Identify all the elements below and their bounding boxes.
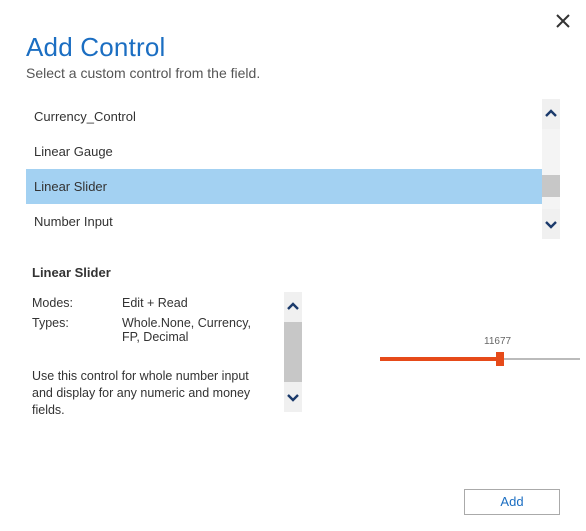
detail-scrollbar[interactable] (284, 292, 302, 412)
control-list-wrap: Currency_Control Linear Gauge Linear Sli… (26, 99, 560, 239)
dialog-subtitle: Select a custom control from the field. (26, 65, 560, 81)
list-item[interactable]: Currency_Control (26, 99, 560, 134)
detail-title: Linear Slider (32, 265, 560, 280)
detail-body: Modes: Edit + Read Types: Whole.None, Cu… (32, 296, 560, 419)
types-label: Types: (32, 316, 122, 344)
chevron-up-icon (287, 301, 299, 313)
chevron-up-icon (545, 108, 557, 120)
scroll-down-button[interactable] (284, 382, 302, 412)
table-row: Types: Whole.None, Currency, FP, Decimal (32, 316, 272, 344)
list-scrollbar[interactable] (542, 99, 560, 239)
chevron-down-icon (545, 218, 557, 230)
scroll-up-button[interactable] (542, 99, 560, 129)
types-value: Whole.None, Currency, FP, Decimal (122, 316, 272, 344)
modes-value: Edit + Read (122, 296, 272, 310)
detail-description: Use this control for whole number input … (32, 368, 272, 419)
dialog-title: Add Control (26, 32, 560, 63)
slider-fill (380, 357, 500, 361)
detail-table: Modes: Edit + Read Types: Whole.None, Cu… (32, 296, 272, 419)
scroll-up-button[interactable] (284, 292, 302, 322)
add-button[interactable]: Add (464, 489, 560, 515)
scroll-track[interactable] (284, 322, 302, 382)
list-item[interactable]: Linear Slider (26, 169, 560, 204)
close-icon[interactable] (556, 14, 570, 33)
modes-label: Modes: (32, 296, 122, 310)
slider-preview: 11677 (380, 340, 580, 366)
control-detail: Linear Slider Modes: Edit + Read Types: … (26, 265, 560, 419)
scroll-thumb[interactable] (284, 322, 302, 382)
slider-control[interactable] (380, 352, 580, 366)
list-item[interactable]: Linear Gauge (26, 134, 560, 169)
scroll-down-button[interactable] (542, 209, 560, 239)
slider-value-label: 11677 (484, 336, 511, 347)
scroll-track[interactable] (542, 129, 560, 209)
scroll-thumb[interactable] (542, 175, 560, 197)
control-list: Currency_Control Linear Gauge Linear Sli… (26, 99, 560, 239)
table-row: Modes: Edit + Read (32, 296, 272, 310)
list-item[interactable]: Number Input (26, 204, 560, 239)
add-control-dialog: Add Control Select a custom control from… (0, 0, 586, 439)
slider-handle[interactable] (496, 352, 504, 366)
chevron-down-icon (287, 391, 299, 403)
